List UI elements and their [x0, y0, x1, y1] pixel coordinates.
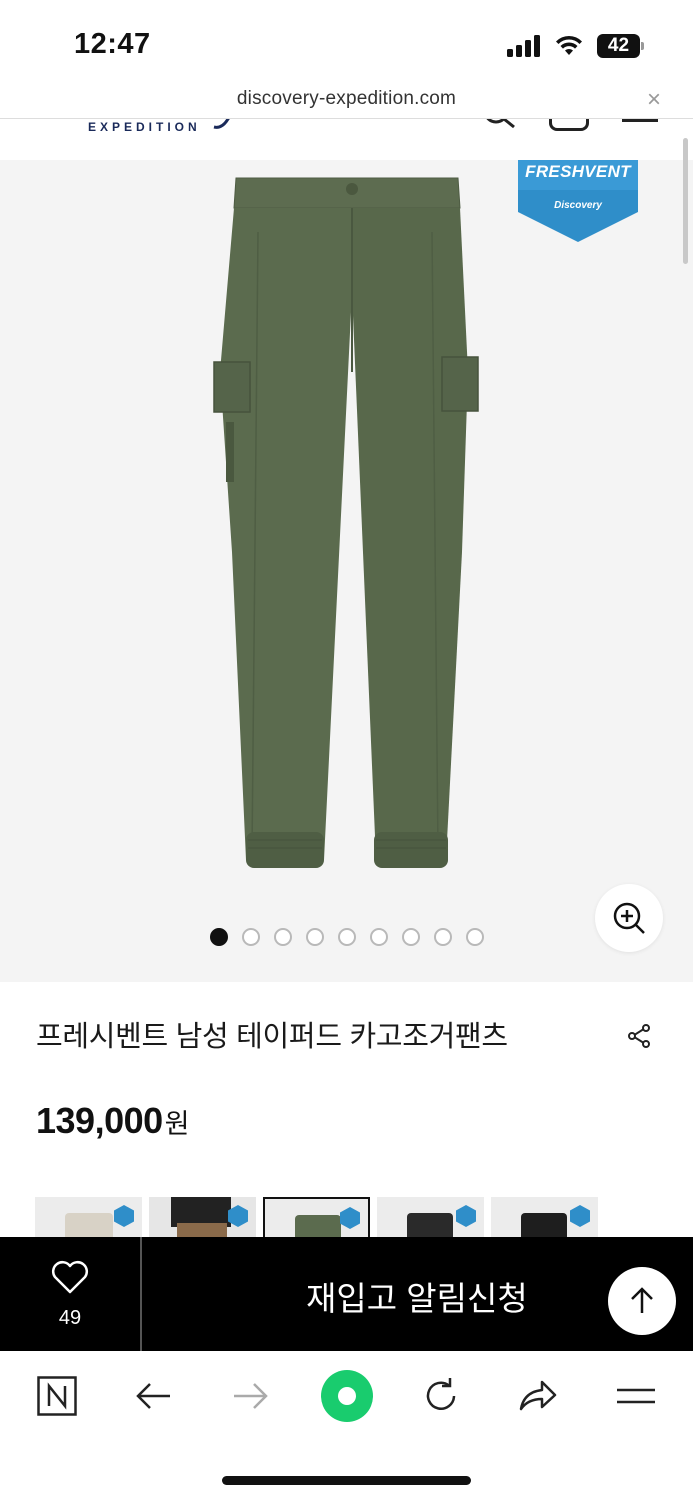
product-page: 12:47 42 discovery-expedition.com × EXPE…: [0, 0, 693, 1500]
product-price: 139,000원: [36, 1100, 189, 1142]
status-bar: 12:47 42: [0, 0, 693, 88]
browser-toolbar: [0, 1351, 693, 1500]
freshvent-hex-icon: [114, 1205, 134, 1227]
pagination-dot[interactable]: [306, 928, 324, 946]
pagination-dot[interactable]: [402, 928, 420, 946]
refresh-icon[interactable]: [421, 1376, 461, 1416]
shopping-bag-icon[interactable]: [549, 119, 589, 131]
close-icon[interactable]: ×: [647, 86, 661, 114]
freshvent-hex-icon: [228, 1205, 248, 1227]
like-count: 49: [58, 1307, 82, 1329]
badge-brand: Discovery: [554, 200, 602, 211]
wishlist-button[interactable]: 49: [0, 1237, 140, 1351]
url-text[interactable]: discovery-expedition.com: [0, 88, 693, 110]
pagination-dot[interactable]: [242, 928, 260, 946]
freshvent-hex-icon: [570, 1205, 590, 1227]
cellular-signal-icon: [507, 35, 543, 57]
product-image-pants: [213, 177, 479, 868]
freshvent-badge: FRESHVENT Discovery: [516, 160, 640, 242]
forward-arrow-icon[interactable]: [230, 1376, 270, 1416]
status-time: 12:47: [74, 28, 151, 60]
wifi-icon: [556, 35, 582, 55]
color-swatch-brown[interactable]: [149, 1197, 256, 1241]
pagination-dot[interactable]: [466, 928, 484, 946]
scrollbar[interactable]: [683, 138, 688, 264]
browser-url-bar[interactable]: discovery-expedition.com ×: [0, 86, 693, 118]
site-header: EXPEDITION: [0, 118, 693, 160]
logo-mark-icon: [213, 119, 230, 129]
arrow-up-icon: [631, 1287, 653, 1313]
color-swatch-beige[interactable]: [35, 1197, 142, 1241]
heart-icon: [52, 1261, 88, 1294]
image-pagination: [210, 928, 484, 946]
freshvent-hex-icon: [340, 1207, 360, 1229]
site-logo[interactable]: EXPEDITION: [88, 120, 201, 134]
color-swatch-black-2[interactable]: [491, 1197, 598, 1241]
zoom-button[interactable]: [595, 884, 663, 952]
purchase-action-bar: 49 재입고 알림신청: [0, 1237, 693, 1351]
search-icon[interactable]: [482, 118, 518, 129]
scroll-to-top-button[interactable]: [608, 1267, 676, 1335]
pagination-dot[interactable]: [370, 928, 388, 946]
pagination-dot[interactable]: [338, 928, 356, 946]
freshvent-hex-icon: [456, 1205, 476, 1227]
zoom-in-icon: [613, 902, 645, 934]
restock-alert-label: 재입고 알림신청: [306, 1280, 528, 1317]
product-name: 프레시벤트 남성 테이퍼드 카고조거팬츠: [36, 1021, 508, 1053]
color-swatch-khaki[interactable]: [263, 1197, 370, 1241]
pagination-dot[interactable]: [274, 928, 292, 946]
product-image-carousel[interactable]: FRESHVENT Discovery: [0, 160, 693, 982]
pagination-dot[interactable]: [434, 928, 452, 946]
price-value: 139,000: [36, 1100, 163, 1141]
battery-icon: 42: [597, 34, 644, 58]
menu-icon[interactable]: [622, 119, 658, 122]
share-icon[interactable]: [518, 1376, 558, 1416]
green-dot-icon[interactable]: [320, 1369, 374, 1423]
pagination-dot[interactable]: [210, 928, 228, 946]
color-swatch-black[interactable]: [377, 1197, 484, 1241]
menu-icon[interactable]: [616, 1376, 656, 1416]
price-unit: 원: [164, 1109, 190, 1139]
share-icon[interactable]: [627, 1024, 651, 1048]
home-indicator: [222, 1476, 471, 1485]
naver-n-icon[interactable]: [37, 1376, 77, 1416]
battery-level: 42: [607, 35, 630, 56]
badge-title: FRESHVENT: [525, 162, 631, 181]
back-arrow-icon[interactable]: [134, 1376, 174, 1416]
